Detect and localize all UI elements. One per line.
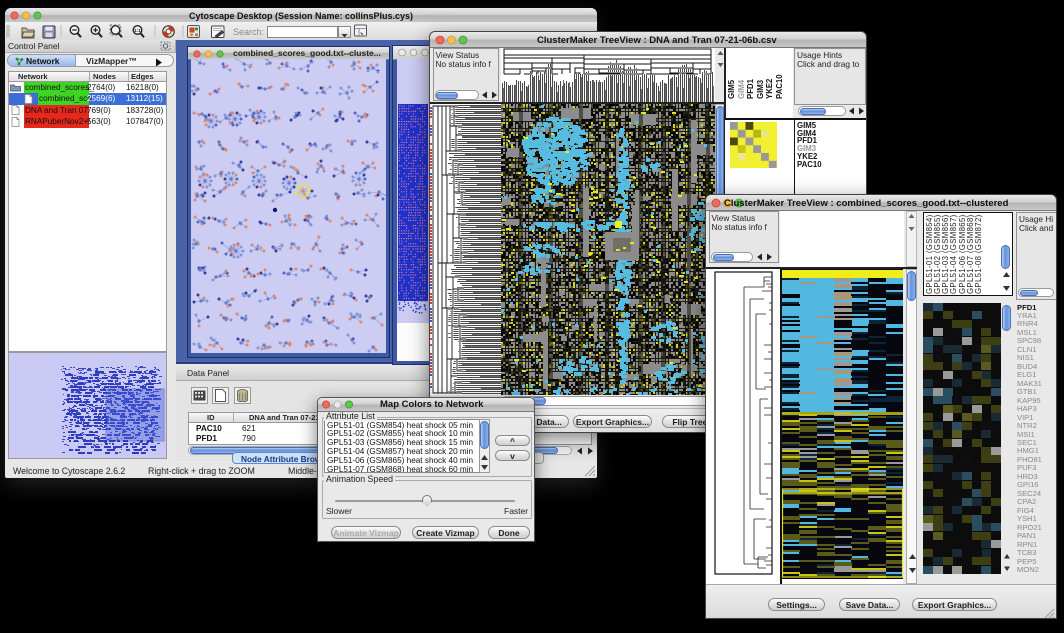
- svg-text:1:1: 1:1: [134, 28, 141, 33]
